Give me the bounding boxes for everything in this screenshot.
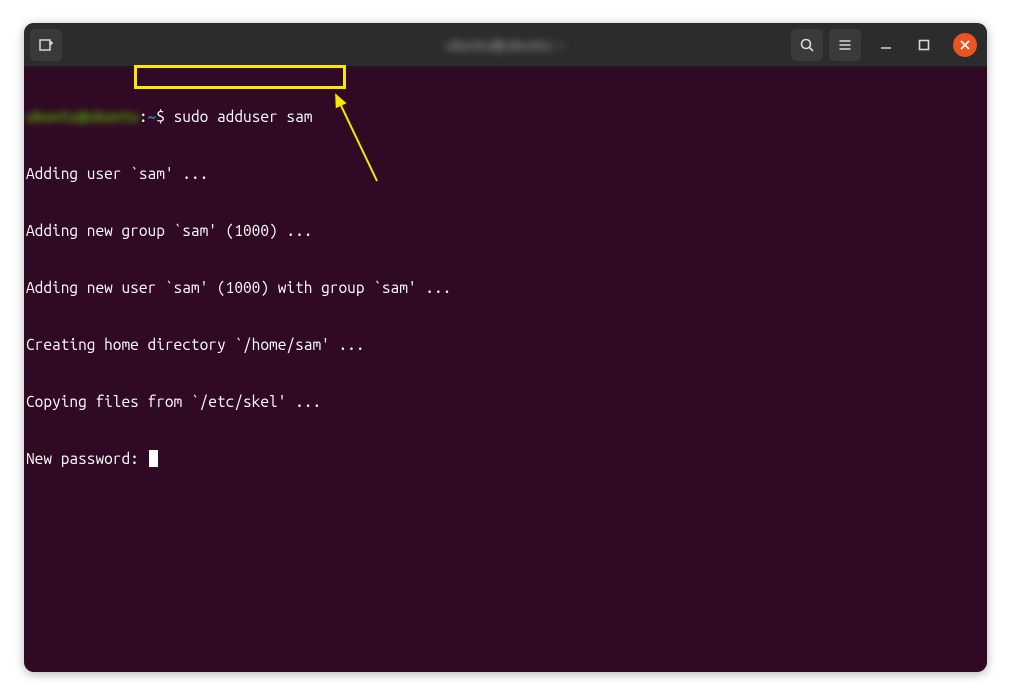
search-icon xyxy=(799,37,815,53)
prompt-dollar: $ xyxy=(156,107,173,126)
hamburger-icon xyxy=(837,37,853,53)
window-title: ubuntu@ubuntu: ~ xyxy=(446,37,565,53)
prompt-path: ~ xyxy=(148,107,157,126)
prompt-separator: : xyxy=(139,107,148,126)
titlebar: ubuntu@ubuntu: ~ xyxy=(24,23,987,67)
prompt-line: ubuntu@ubuntu:~$ sudo adduser sam xyxy=(26,107,987,126)
output-line: New password: xyxy=(26,449,987,468)
prompt-user: ubuntu@ubuntu xyxy=(26,107,139,126)
maximize-button[interactable] xyxy=(911,32,937,58)
output-line: Adding new user `sam' (1000) with group … xyxy=(26,278,987,297)
menu-button[interactable] xyxy=(829,29,861,61)
terminal-body[interactable]: ubuntu@ubuntu:~$ sudo adduser sam Adding… xyxy=(24,67,987,506)
minimize-icon xyxy=(880,39,892,51)
output-line: Copying files from `/etc/skel' ... xyxy=(26,392,987,411)
maximize-icon xyxy=(918,39,930,51)
output-line: Adding user `sam' ... xyxy=(26,164,987,183)
minimize-button[interactable] xyxy=(873,32,899,58)
close-button[interactable] xyxy=(953,33,977,57)
cursor xyxy=(149,450,158,467)
output-line: Adding new group `sam' (1000) ... xyxy=(26,221,987,240)
command-text: sudo adduser sam xyxy=(174,107,313,126)
search-button[interactable] xyxy=(791,29,823,61)
close-icon xyxy=(960,40,970,50)
output-line: Creating home directory `/home/sam' ... xyxy=(26,335,987,354)
terminal-window: ubuntu@ubuntu: ~ xyxy=(24,23,987,672)
password-prompt: New password: xyxy=(26,450,148,467)
new-tab-button[interactable] xyxy=(30,29,62,61)
new-tab-icon xyxy=(38,37,54,53)
